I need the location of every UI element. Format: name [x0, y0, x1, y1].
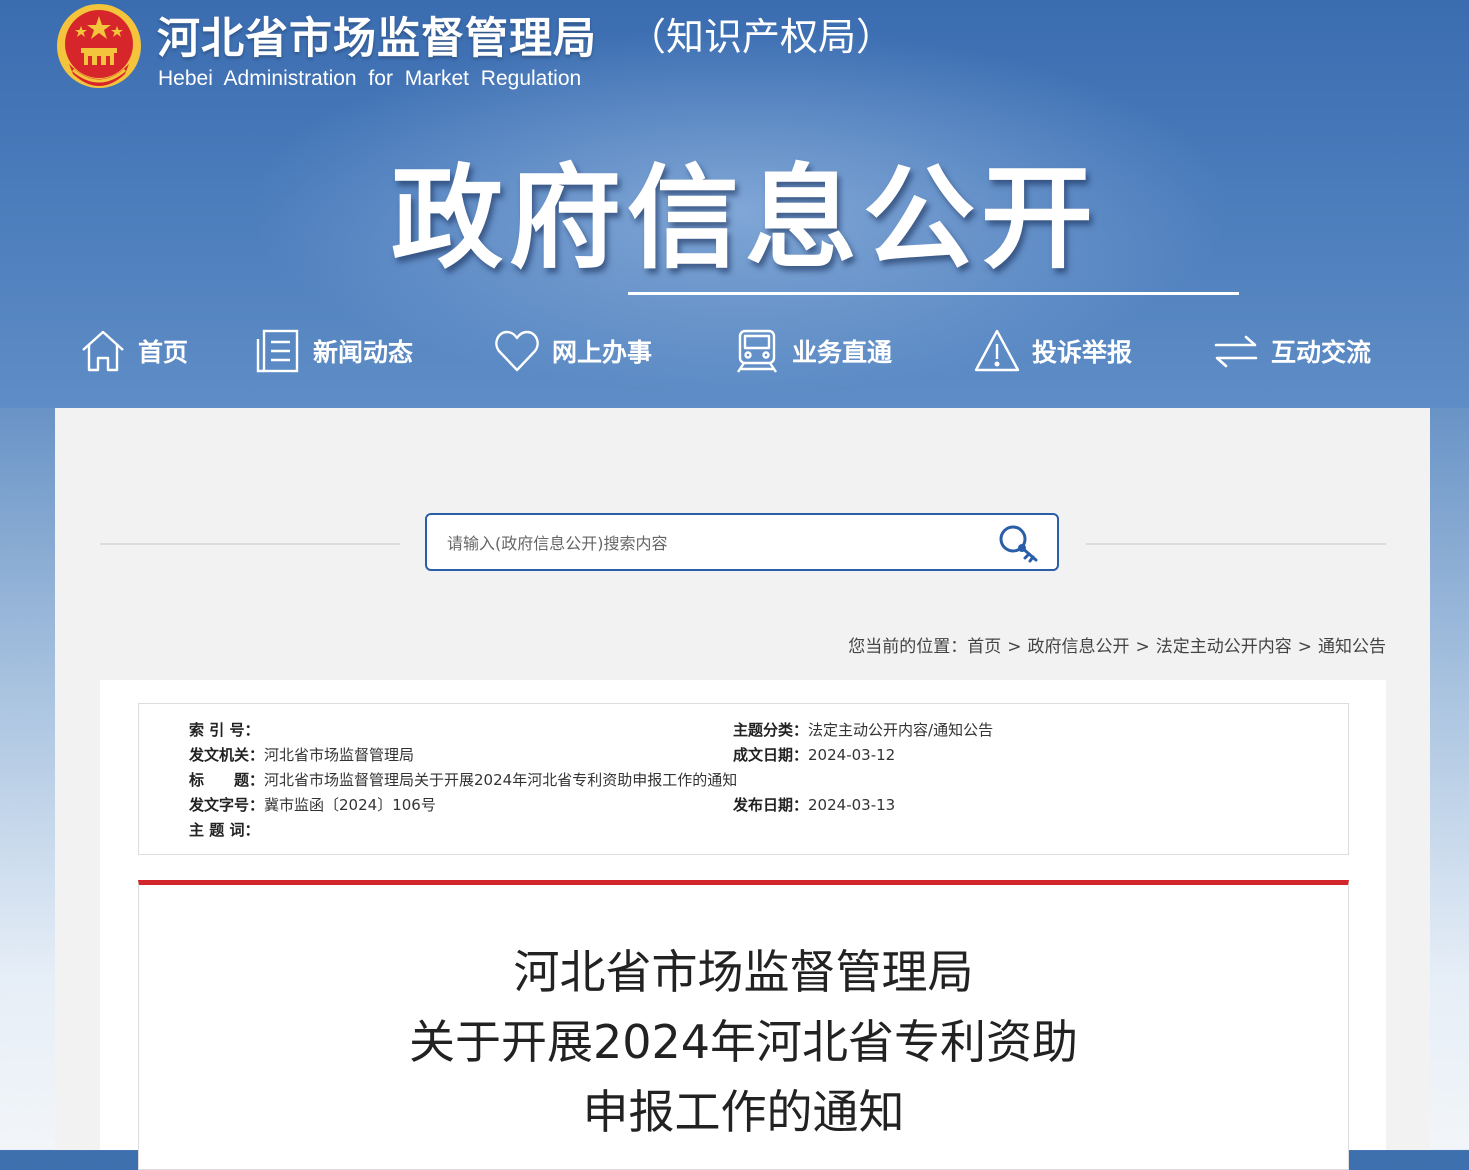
document-metadata: 索 引 号： 主题分类：法定主动公开内容/通知公告 发文机关：河北省市场监督管理…: [138, 703, 1349, 855]
header-banner: 河北省市场监督管理局 （知识产权局） Hebei Administration …: [0, 0, 1469, 408]
breadcrumb-prefix: 您当前的位置：: [848, 637, 968, 657]
meta-written-date: 成文日期：2024-03-12: [733, 744, 895, 765]
hero-title: 政府信息公开: [391, 154, 1099, 284]
nav-item-label: 业务直通: [792, 338, 893, 367]
nav-item-news[interactable]: 新闻动态: [255, 318, 413, 384]
document-title-line: 关于开展2024年河北省专利资助: [408, 1015, 1079, 1069]
nav-item-home[interactable]: 首页: [80, 318, 188, 384]
document-list-icon: [256, 329, 299, 373]
meta-label: 索 引 号：: [189, 721, 260, 739]
search-divider-right: [1086, 543, 1386, 545]
site-title: 河北省市场监督管理局: [157, 14, 597, 64]
meta-label: 发文字号：: [189, 796, 265, 814]
meta-value: 河北省市场监督管理局: [264, 746, 415, 764]
meta-value: 冀市监函〔2024〕106号: [264, 796, 436, 814]
meta-issuer: 发文机关：河北省市场监督管理局: [189, 744, 414, 765]
nav-item-complaint[interactable]: 投诉举报: [974, 318, 1132, 384]
breadcrumb-separator: >: [1297, 637, 1312, 657]
main-content: 您当前的位置：首页>政府信息公开>法定主动公开内容>通知公告 索 引 号： 主题…: [55, 408, 1430, 1170]
meta-title: 标 题：河北省市场监督管理局关于开展2024年河北省专利资助申报工作的通知: [189, 769, 737, 790]
meta-label: 主题分类：: [733, 721, 809, 739]
breadcrumb-separator: >: [1135, 637, 1150, 657]
meta-category: 主题分类：法定主动公开内容/通知公告: [733, 719, 993, 740]
document-title-line: 河北省市场监督管理局: [513, 945, 974, 999]
nav-item-label: 首页: [138, 338, 189, 367]
meta-label: 标 题：: [189, 771, 265, 789]
nav-item-online-service[interactable]: 网上办事: [494, 318, 652, 384]
meta-keywords: 主 题 词：: [189, 819, 259, 840]
search-input[interactable]: [445, 525, 969, 561]
nav-item-label: 新闻动态: [313, 338, 414, 367]
breadcrumb-notices[interactable]: 通知公告: [1318, 637, 1386, 657]
key-search-icon: [999, 525, 1038, 563]
document-title-line: 申报工作的通知: [582, 1085, 905, 1139]
site-subtitle: （知识产权局）: [628, 15, 895, 59]
meta-doc-number: 发文字号：冀市监函〔2024〕106号: [189, 794, 436, 815]
train-icon: [737, 329, 777, 373]
breadcrumb: 您当前的位置：首页 > 政府信息公开 > 法定主动公开内容 > 通知公告: [848, 632, 1386, 657]
document-title: 河北省市场监督管理局 关于开展2024年河北省专利资助 申报工作的通知: [139, 937, 1348, 1147]
nav-item-label: 网上办事: [552, 338, 653, 367]
home-icon: [82, 330, 124, 372]
meta-value: 法定主动公开内容/通知公告: [808, 721, 994, 739]
breadcrumb-gov-info[interactable]: 政府信息公开: [1028, 637, 1130, 657]
meta-label: 发布日期：: [733, 796, 809, 814]
meta-index-number: 索 引 号：: [189, 719, 259, 740]
content-panel: 索 引 号： 主题分类：法定主动公开内容/通知公告 发文机关：河北省市场监督管理…: [100, 680, 1386, 1170]
breadcrumb-home[interactable]: 首页: [967, 637, 1001, 657]
document-body: 河北省市场监督管理局 关于开展2024年河北省专利资助 申报工作的通知: [138, 880, 1349, 1170]
breadcrumb-separator: >: [1007, 637, 1022, 657]
search-divider-left: [100, 543, 400, 545]
nav-item-interaction[interactable]: 互动交流: [1213, 318, 1371, 384]
nav-item-label: 投诉举报: [1032, 338, 1133, 367]
meta-label: 成文日期：: [733, 746, 809, 764]
exchange-arrows-icon: [1214, 335, 1258, 368]
main-nav: 首页 新闻动态 网上办事 业务直通 投诉举报 互动交流: [0, 318, 1469, 384]
meta-publish-date: 发布日期：2024-03-13: [733, 794, 895, 815]
meta-label: 发文机关：: [189, 746, 265, 764]
nav-item-business[interactable]: 业务直通: [734, 318, 892, 384]
meta-value: 2024-03-12: [808, 746, 896, 764]
meta-value: 2024-03-13: [808, 796, 896, 814]
heart-icon: [495, 330, 539, 372]
national-emblem-icon: [57, 4, 141, 88]
nav-item-label: 互动交流: [1271, 338, 1372, 367]
hero-divider: [628, 292, 1239, 295]
breadcrumb-statutory-content[interactable]: 法定主动公开内容: [1156, 637, 1292, 657]
warning-icon: [974, 329, 1020, 372]
search-button[interactable]: [993, 523, 1041, 563]
site-title-en: Hebei Administration for Market Regulati…: [158, 67, 582, 90]
meta-label: 主 题 词：: [189, 821, 260, 839]
search-bar: [425, 513, 1059, 571]
meta-value: 河北省市场监督管理局关于开展2024年河北省专利资助申报工作的通知: [264, 771, 738, 789]
